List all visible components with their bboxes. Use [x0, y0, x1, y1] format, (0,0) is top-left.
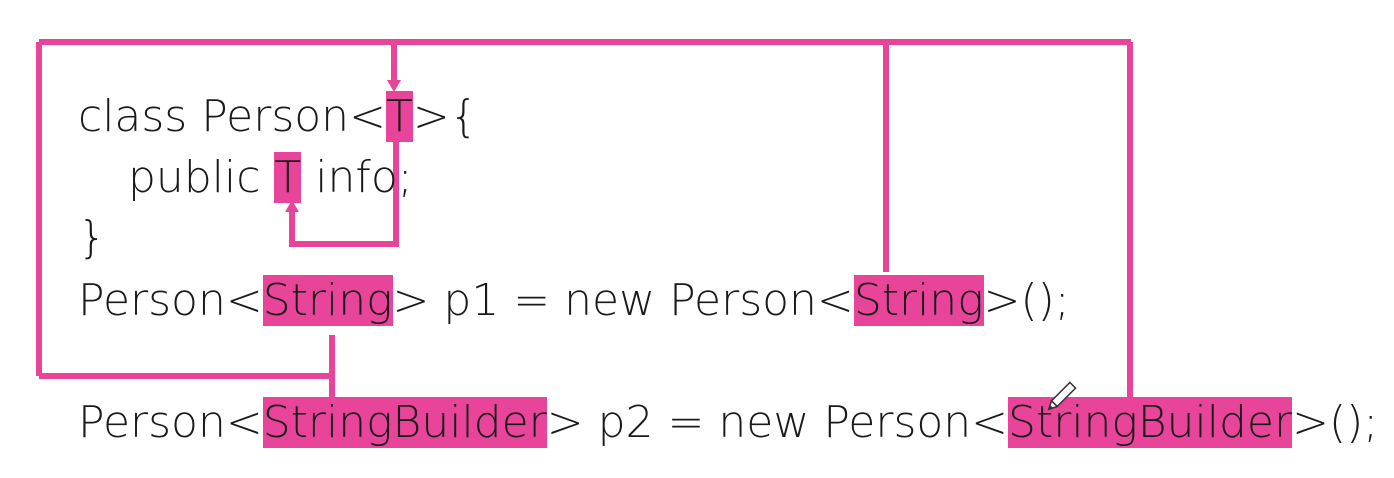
code-token: > p1 = new Person<	[392, 275, 854, 326]
code-token: Person<	[78, 397, 263, 448]
type-arg-highlight: StringBuilder	[262, 397, 547, 448]
code-line-p2: Person<StringBuilder> p2 = new Person<St…	[78, 396, 1378, 450]
code-line-close-brace: }	[78, 211, 106, 265]
code-line-field: public T info;	[128, 151, 413, 205]
field-type-highlight: T	[274, 152, 302, 203]
code-token: >();	[1292, 397, 1379, 448]
code-token: > p2 = new Person<	[546, 397, 1009, 448]
code-token: }	[78, 212, 106, 263]
code-token: info;	[301, 152, 413, 203]
type-param-highlight: T	[385, 91, 413, 142]
type-arg-highlight: String	[853, 275, 984, 326]
code-line-p1: Person<String> p1 = new Person<String>()…	[78, 274, 1070, 328]
code-token: >();	[983, 275, 1070, 326]
generics-diagram: class Person<T>{ public T info; } Person…	[0, 0, 1394, 478]
code-token: Person<	[78, 275, 263, 326]
code-token: >{	[412, 91, 478, 142]
code-token: public	[128, 152, 275, 203]
code-line-class-declaration: class Person<T>{	[78, 90, 478, 144]
code-token: class Person<	[78, 91, 386, 142]
type-arg-highlight: String	[262, 275, 393, 326]
pencil-icon	[1047, 381, 1077, 411]
